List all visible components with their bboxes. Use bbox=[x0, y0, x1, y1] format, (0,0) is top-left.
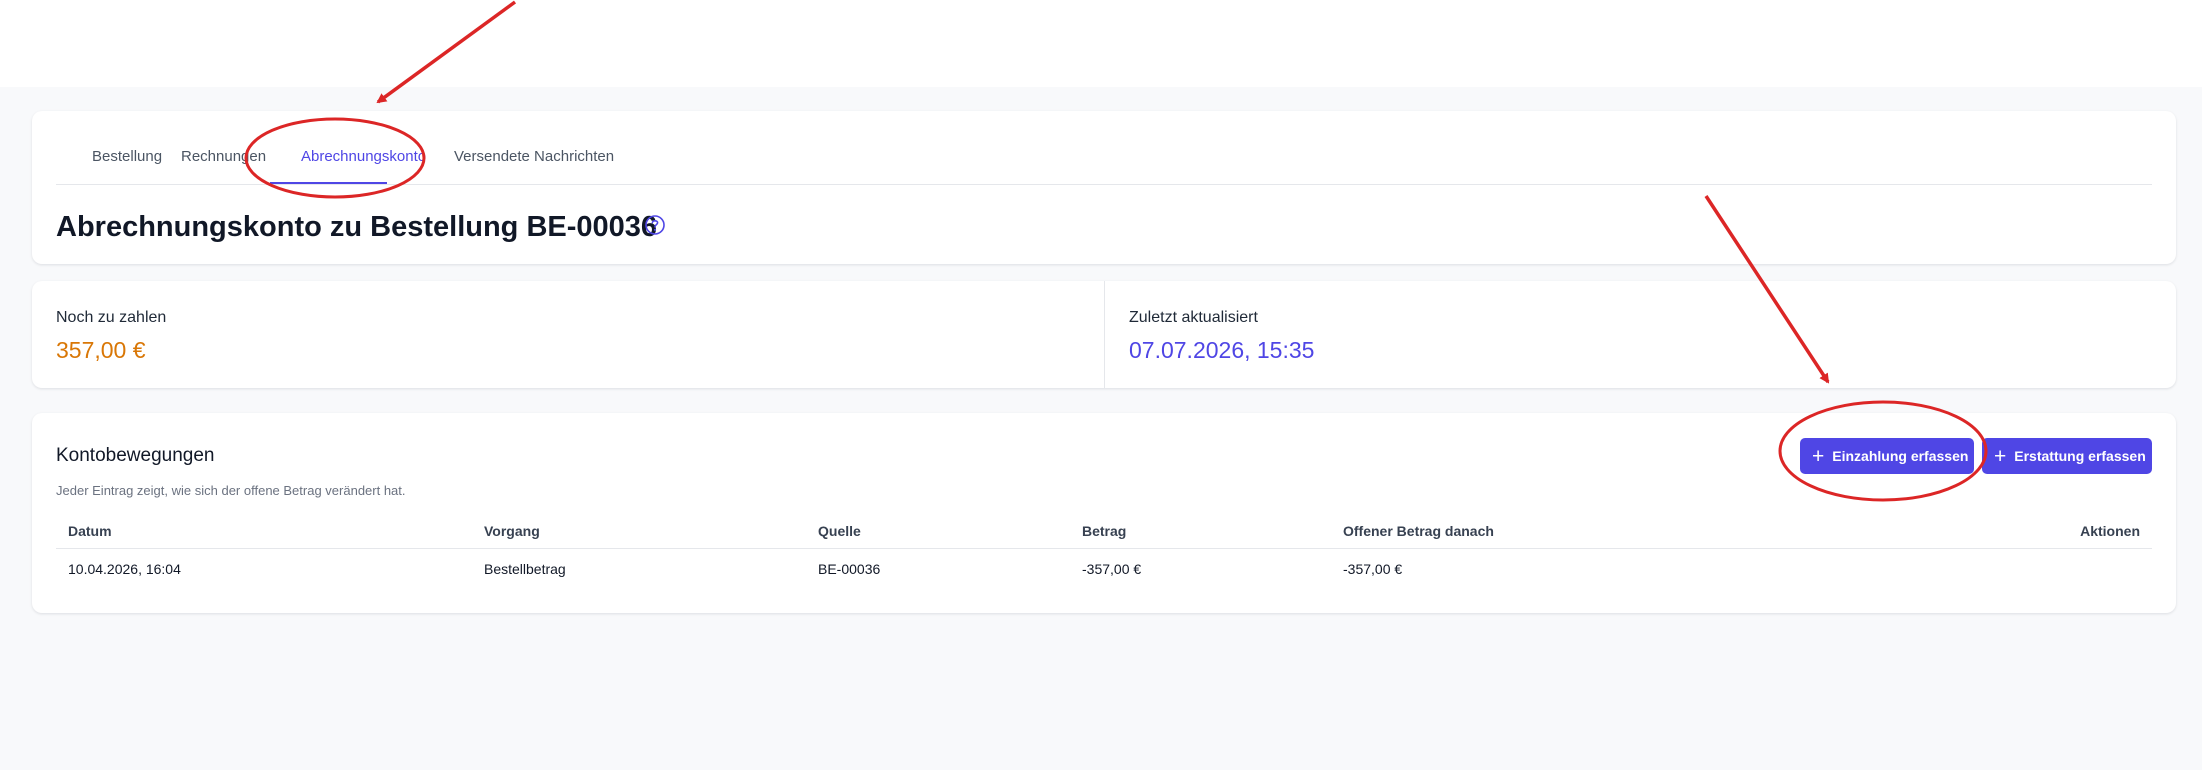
cell-date: 10.04.2026, 16:04 bbox=[68, 561, 181, 577]
top-bar bbox=[0, 0, 2202, 87]
amount-due-label: Noch zu zahlen bbox=[56, 309, 167, 326]
cell-process: Bestellbetrag bbox=[484, 561, 566, 577]
order-header-card: Bestellung Rechnungen Abrechnungskonto V… bbox=[32, 111, 2176, 264]
table-row: 10.04.2026, 16:04 Bestellbetrag BE-00036… bbox=[56, 549, 2152, 587]
last-updated-value: 07.07.2026, 15:35 bbox=[1129, 337, 1315, 363]
account-movements-card: Kontobewegungen Jeder Eintrag zeigt, wie… bbox=[32, 413, 2176, 613]
add-refund-button[interactable]: + Erstattung erfassen bbox=[1982, 438, 2152, 474]
movements-title: Kontobewegungen bbox=[56, 445, 215, 466]
tab-abrechnungskonto[interactable]: Abrechnungskonto bbox=[301, 148, 426, 165]
column-header-betrag: Betrag bbox=[1082, 523, 1127, 539]
amount-due-value: 357,00 € bbox=[56, 337, 146, 363]
column-header-aktionen: Aktionen bbox=[2080, 523, 2140, 539]
movements-subtitle: Jeder Eintrag zeigt, wie sich der offene… bbox=[56, 483, 406, 498]
tab-rechnungen[interactable]: Rechnungen bbox=[181, 148, 266, 165]
column-header-datum: Datum bbox=[68, 523, 112, 539]
plus-icon: + bbox=[1812, 444, 1825, 468]
cell-open-after: -357,00 € bbox=[1343, 561, 1403, 577]
column-header-offener-betrag: Offener Betrag danach bbox=[1343, 523, 1494, 539]
last-updated-stat: Zuletzt aktualisiert 07.07.2026, 15:35 bbox=[1105, 281, 2176, 388]
tab-versendete-nachrichten[interactable]: Versendete Nachrichten bbox=[454, 148, 614, 165]
question-circle-icon[interactable] bbox=[644, 214, 666, 236]
tab-bestellung[interactable]: Bestellung bbox=[92, 148, 162, 165]
column-header-vorgang: Vorgang bbox=[484, 523, 540, 539]
cell-source[interactable]: BE-00036 bbox=[818, 561, 880, 577]
add-payment-button[interactable]: + Einzahlung erfassen bbox=[1800, 438, 1974, 474]
add-payment-label: Einzahlung erfassen bbox=[1832, 448, 1969, 464]
last-updated-label: Zuletzt aktualisiert bbox=[1129, 309, 1258, 326]
active-tab-indicator bbox=[270, 182, 387, 184]
page-title: Abrechnungskonto zu Bestellung BE-00036 bbox=[56, 211, 658, 243]
plus-icon: + bbox=[1994, 444, 2007, 468]
tab-bar: Bestellung Rechnungen Abrechnungskonto V… bbox=[56, 111, 2152, 185]
amount-due-stat: Noch zu zahlen 357,00 € bbox=[32, 281, 1105, 388]
table-header: Datum Vorgang Quelle Betrag Offener Betr… bbox=[56, 517, 2152, 549]
add-refund-label: Erstattung erfassen bbox=[2014, 448, 2146, 464]
account-summary-card: Noch zu zahlen 357,00 € Zuletzt aktualis… bbox=[32, 281, 2176, 388]
column-header-quelle: Quelle bbox=[818, 523, 861, 539]
cell-amount: -357,00 € bbox=[1082, 561, 1142, 577]
